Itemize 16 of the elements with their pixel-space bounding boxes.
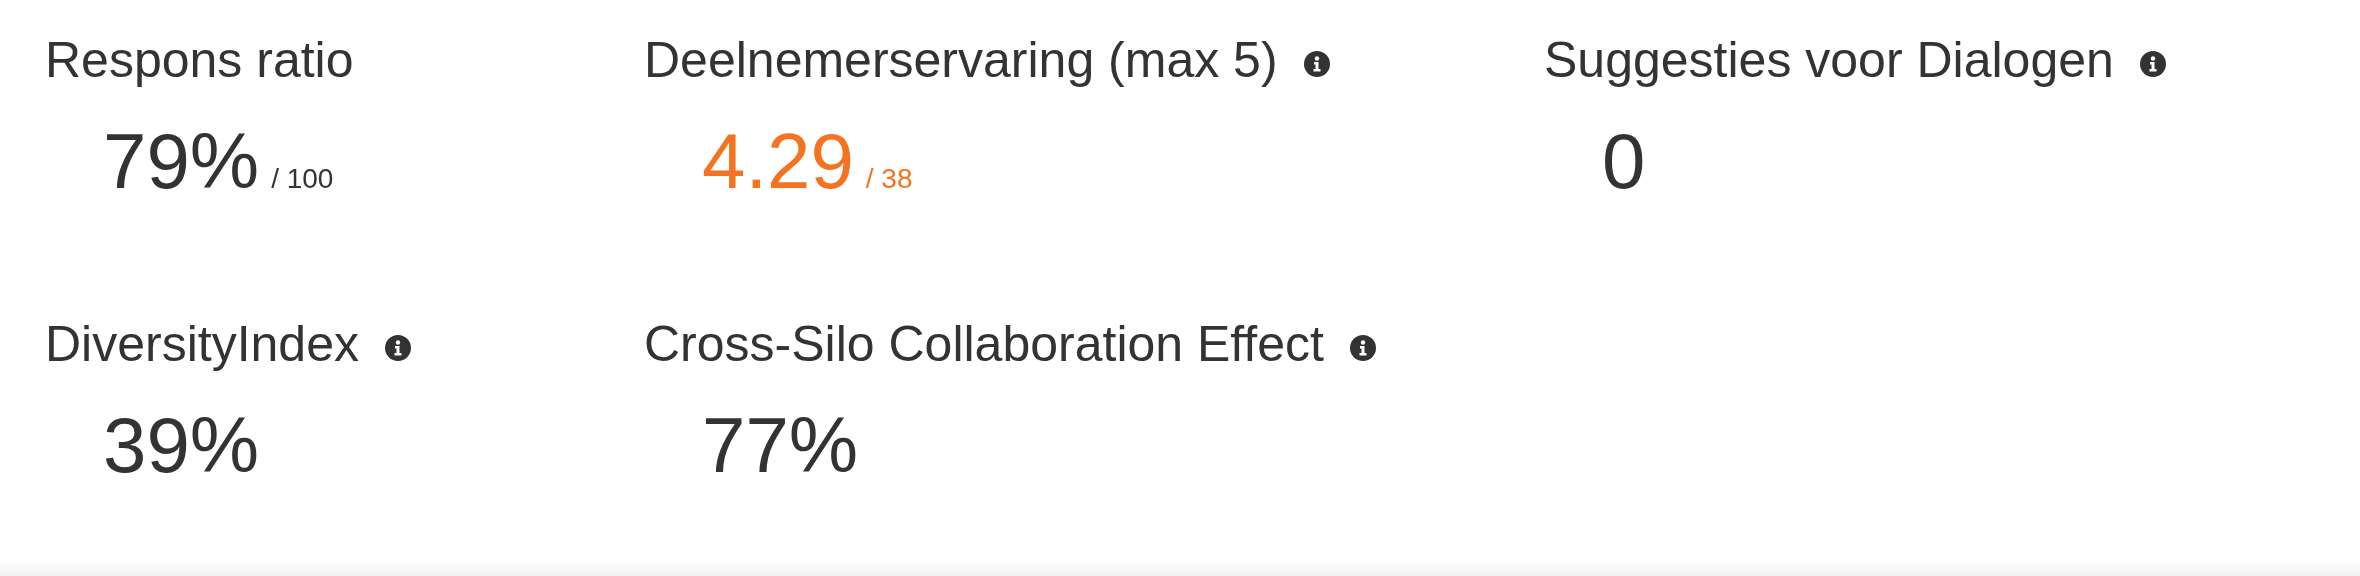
- info-icon[interactable]: [385, 334, 411, 361]
- info-icon[interactable]: [1303, 51, 1330, 77]
- metric-total: / 38: [865, 163, 913, 196]
- metric-total: / 100: [271, 163, 334, 196]
- metric-title: Suggesties voor Dialogen: [1544, 31, 2114, 90]
- metric-title: DiversityIndex: [45, 314, 359, 374]
- metric-value: 39%: [103, 400, 260, 491]
- info-icon[interactable]: [2139, 51, 2166, 77]
- metric-value: 77%: [702, 400, 859, 491]
- metric-title: Deelnemerservaring (max 5): [644, 31, 1278, 90]
- metric-value: 4.29: [702, 117, 854, 207]
- metric-title: Cross-Silo Collaboration Effect: [644, 314, 1324, 374]
- info-icon[interactable]: [1349, 334, 1376, 361]
- metric-value: 79%: [103, 117, 260, 207]
- metric-title: Respons ratio: [45, 31, 354, 90]
- metric-value: 0: [1602, 117, 1646, 207]
